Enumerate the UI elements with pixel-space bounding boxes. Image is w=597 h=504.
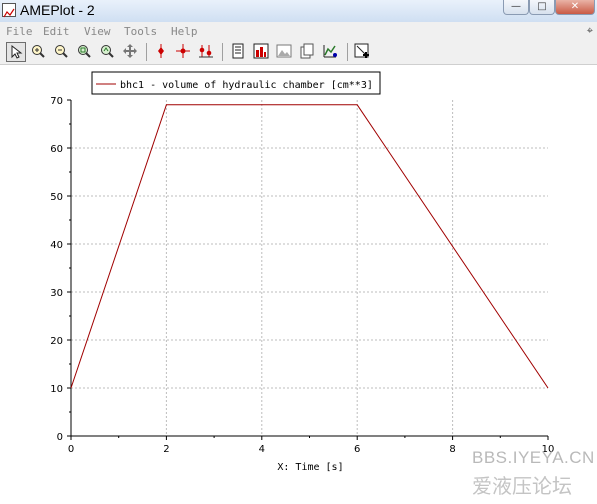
app-icon: [2, 3, 16, 18]
copy-icon[interactable]: [298, 42, 318, 62]
legend-label: bhc1 - volume of hydraulic chamber [cm**…: [120, 80, 373, 91]
minimize-button[interactable]: —: [503, 0, 529, 15]
chart[interactable]: 0102030405060700 2 4 6 8 10X: Time [s]bhc1 - …: [0, 65, 597, 500]
watermark-text-cn: 爱液压论坛: [472, 474, 572, 498]
watermark-text: BBS.IYEYA.CN: [472, 448, 595, 467]
y-tick-label: 70: [50, 96, 63, 107]
x-axis-label: X: Time [s]: [277, 462, 343, 473]
image-icon[interactable]: [275, 42, 295, 62]
curve-icon[interactable]: [321, 42, 341, 62]
zoom-box-icon[interactable]: [98, 42, 118, 62]
export-icon[interactable]: [353, 42, 373, 62]
toolbar-separator: [146, 43, 147, 61]
crosshair-icon[interactable]: [174, 42, 194, 62]
x-tick-label: 6: [354, 444, 360, 455]
y-tick-label: 40: [50, 240, 63, 251]
menu-bar: File Edit View Tools Help ⌖: [0, 22, 597, 41]
pan-icon[interactable]: [121, 42, 141, 62]
zoom-out-icon[interactable]: [52, 42, 72, 62]
series-line: [70, 104, 549, 389]
window-title: AMEPlot - 2: [20, 2, 95, 18]
y-tick-label: 10: [50, 384, 63, 395]
zoom-fit-icon[interactable]: [75, 42, 95, 62]
toolbar-separator: [222, 43, 223, 61]
x-tick-label: 2: [163, 444, 169, 455]
y-tick-label: 0: [57, 432, 63, 443]
toolbar-separator: [347, 43, 348, 61]
menu-edit[interactable]: Edit: [43, 25, 70, 38]
y-tick-label: 20: [50, 336, 63, 347]
zoom-in-icon[interactable]: [29, 42, 49, 62]
plot-area[interactable]: 0 10 20 30 40 50 60 70 0 2 4 6 8 10 X: Time [s] bhc1 - …: [0, 65, 597, 500]
maximize-button[interactable]: □: [529, 0, 555, 15]
menu-tools[interactable]: Tools: [124, 25, 157, 38]
toolbar: [0, 40, 597, 65]
marker-red-icon[interactable]: [152, 42, 172, 62]
x-tick-label: 4: [259, 444, 265, 455]
y-tick-label: 60: [50, 144, 63, 155]
multi-marker-icon[interactable]: [197, 42, 217, 62]
bar-chart-icon[interactable]: [252, 42, 272, 62]
x-tick-label: 8: [449, 444, 455, 455]
menu-view[interactable]: View: [84, 25, 111, 38]
select-tool-icon[interactable]: [6, 42, 26, 62]
y-tick-label: 50: [50, 192, 63, 203]
title-bar: AMEPlot - 2 — □ ✕: [0, 0, 597, 22]
menu-file[interactable]: File: [6, 25, 33, 38]
pin-icon[interactable]: ⌖: [587, 24, 593, 38]
document-icon[interactable]: [229, 42, 249, 62]
menu-help[interactable]: Help: [171, 25, 198, 38]
y-tick-label: 30: [50, 288, 63, 299]
close-button[interactable]: ✕: [555, 0, 595, 15]
x-tick-label: 0: [68, 444, 74, 455]
